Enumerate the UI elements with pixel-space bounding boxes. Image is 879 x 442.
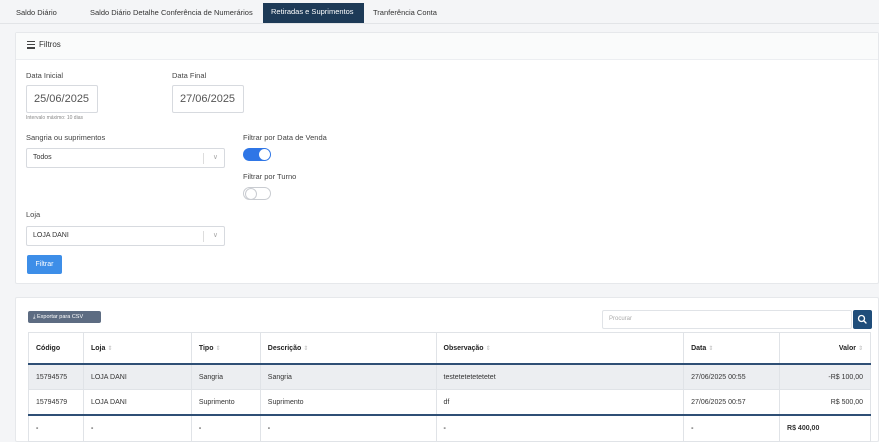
shift-toggle[interactable] <box>243 187 271 200</box>
shift-label: Filtrar por Turno <box>243 172 297 181</box>
end-date-label: Data Final <box>172 71 207 80</box>
cell-descricao: Suprimento <box>259 389 437 416</box>
chevron-down-icon: ∨ <box>212 154 218 161</box>
sort-icon: ⇕ <box>107 345 113 352</box>
col-codigo[interactable]: Código <box>28 332 84 365</box>
cell-codigo: 15794575 <box>28 363 84 390</box>
cell-observacao: df <box>435 389 685 416</box>
type-label: Sangria ou suprimentos <box>26 133 106 142</box>
total-loja: - <box>82 414 192 442</box>
col-descricao[interactable]: Descrição ⇕ <box>259 332 437 365</box>
col-loja[interactable]: Loja ⇕ <box>82 332 192 365</box>
search-icon <box>857 314 867 324</box>
cell-data: 27/06/2025 00:57 <box>683 389 781 416</box>
tab-transferencia-conta[interactable]: Tranferência Conta <box>365 4 445 23</box>
end-date-input[interactable]: 27/06/2025 <box>172 85 244 113</box>
cell-valor: -R$ 100,00 <box>779 363 871 390</box>
table-row[interactable]: 15794575 LOJA DANI Sangria Sangria teste… <box>28 363 871 390</box>
cell-tipo: Sangria <box>190 363 261 390</box>
col-valor[interactable]: Valor ⇕ <box>779 332 871 365</box>
cell-loja: LOJA DANI <box>82 389 192 416</box>
start-date-label: Data Inicial <box>26 71 64 80</box>
tab-retiradas-suprimentos[interactable]: Retiradas e Suprimentos <box>263 3 364 23</box>
cell-loja: LOJA DANI <box>82 363 192 390</box>
results-table: Código Loja ⇕ Tipo ⇕ Descrição ⇕ Observação… <box>28 332 871 442</box>
filters-card: Filtros Data Inicial 25/06/2025 Interval… <box>15 32 879 284</box>
sale-date-label: Filtrar por Data de Venda <box>243 133 327 142</box>
start-date-input[interactable]: 25/06/2025 <box>26 85 98 113</box>
toggle-knob <box>259 149 270 160</box>
interval-hint: Intervalo máximo: 10 dias <box>26 115 83 121</box>
total-valor: R$ 400,00 <box>779 414 871 442</box>
sort-icon: ⇕ <box>857 345 863 352</box>
filter-button[interactable]: Filtrar <box>27 255 62 274</box>
search-input[interactable]: Procurar <box>602 310 852 329</box>
select-separator <box>203 231 204 242</box>
cell-data: 27/06/2025 00:55 <box>683 363 781 390</box>
total-codigo: - <box>28 414 84 442</box>
sort-icon: ⇕ <box>708 345 714 352</box>
sort-icon: ⇕ <box>215 345 221 352</box>
cell-codigo: 15794579 <box>28 389 84 416</box>
table-row[interactable]: 15794579 LOJA DANI Suprimento Suprimento… <box>28 389 871 416</box>
filters-title: Filtros <box>39 40 61 49</box>
tab-conferencia-numerarios[interactable]: Conferência de Numerários <box>153 4 261 23</box>
sort-icon: ⇕ <box>303 345 309 352</box>
store-label: Loja <box>26 210 41 219</box>
results-card: ⤓ Exportar para CSV Procurar Código Loja… <box>15 297 879 442</box>
sale-date-toggle[interactable] <box>243 148 271 161</box>
type-select-value: Todos <box>33 154 52 161</box>
chevron-down-icon: ∨ <box>212 232 218 239</box>
search-button[interactable] <box>853 310 872 329</box>
col-data[interactable]: Data ⇕ <box>683 332 781 365</box>
total-observacao: - <box>435 414 685 442</box>
export-csv-button[interactable]: ⤓ Exportar para CSV <box>28 311 101 323</box>
total-data: - <box>683 414 781 442</box>
menu-icon <box>27 41 35 49</box>
select-separator <box>203 153 204 164</box>
download-icon: ⤓ <box>33 314 36 320</box>
filters-header[interactable]: Filtros <box>16 33 878 60</box>
sort-icon: ⇕ <box>485 345 491 352</box>
store-select-value: LOJA DANI <box>33 232 69 239</box>
table-header-row: Código Loja ⇕ Tipo ⇕ Descrição ⇕ Observação… <box>28 332 871 365</box>
col-observacao[interactable]: Observação ⇕ <box>435 332 685 365</box>
table-total-row: - - - - - - R$ 400,00 <box>28 414 871 442</box>
cell-valor: R$ 500,00 <box>779 389 871 416</box>
export-label: Exportar para CSV <box>36 314 84 320</box>
total-tipo: - <box>190 414 261 442</box>
tab-saldo-diario[interactable]: Saldo Diário <box>8 4 65 23</box>
total-descricao: - <box>259 414 437 442</box>
store-select[interactable]: LOJA DANI ∨ <box>26 226 225 246</box>
cell-descricao: Sangria <box>259 363 437 390</box>
tab-bar: Saldo Diário Saldo Diário Detalhe Confer… <box>0 0 879 24</box>
toggle-knob <box>245 188 257 200</box>
type-select[interactable]: Todos ∨ <box>26 148 225 168</box>
col-tipo[interactable]: Tipo ⇕ <box>190 332 261 365</box>
cell-observacao: testetetetetetetet <box>435 363 685 390</box>
cell-tipo: Suprimento <box>190 389 261 416</box>
